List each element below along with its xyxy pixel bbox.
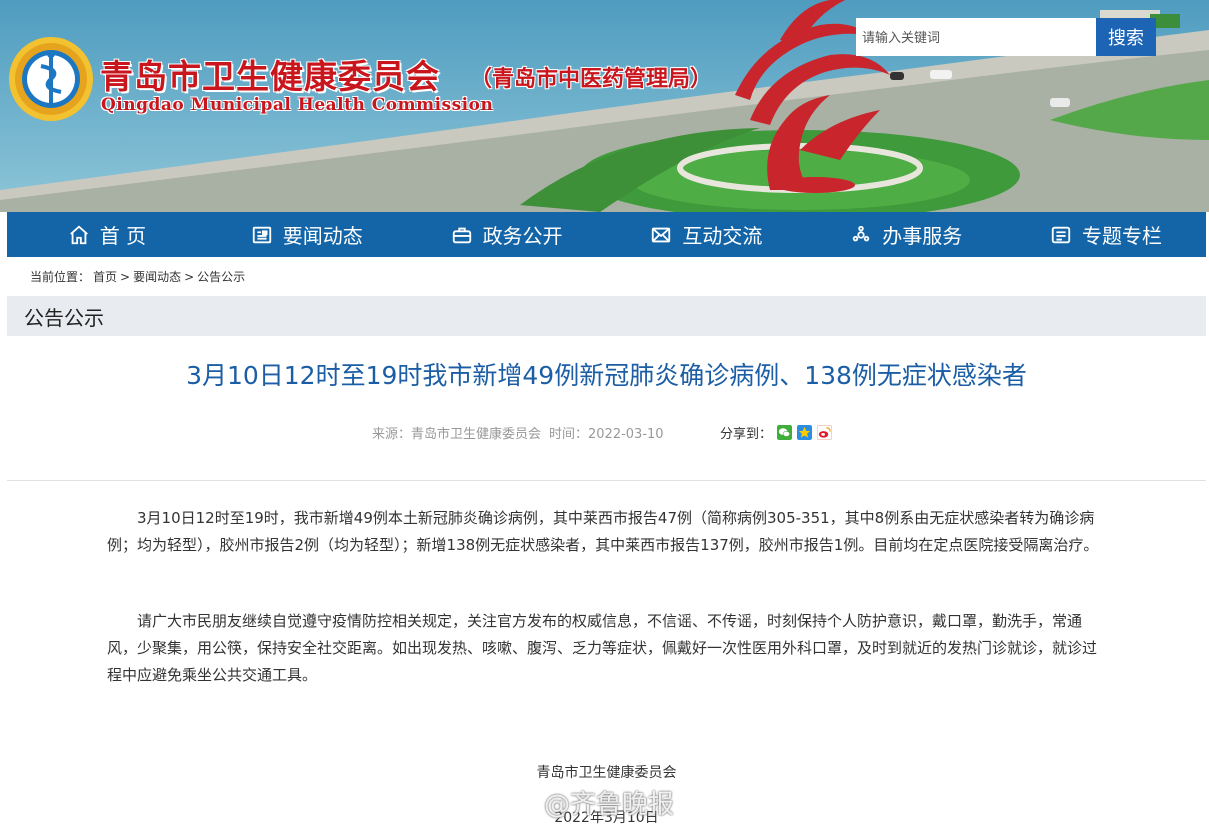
header-banner: 青岛市卫生健康委员会 （青岛市中医药管理局） Qingdao Municipal… xyxy=(0,0,1209,212)
article-source: 来源：青岛市卫生健康委员会 xyxy=(372,427,542,442)
site-title-chinese: 青岛市卫生健康委员会 xyxy=(100,57,440,96)
watermark-text: @齐鲁晚报 xyxy=(544,790,675,820)
health-commission-emblem-icon xyxy=(9,37,93,121)
nav-item-news[interactable]: 要闻动态 xyxy=(207,212,407,257)
column-icon xyxy=(1051,226,1071,243)
nav-item-home[interactable]: 首 页 xyxy=(7,212,207,257)
nav-item-special-columns[interactable]: 专题专栏 xyxy=(1006,212,1206,257)
mail-icon xyxy=(652,227,671,242)
article-meta: 来源：青岛市卫生健康委员会 时间：2022-03-10 xyxy=(372,423,664,442)
watermark: @齐鲁晚报 xyxy=(500,784,674,821)
nav-item-label: 政务公开 xyxy=(482,224,563,248)
nav-item-label: 专题专栏 xyxy=(1082,224,1163,248)
article-paragraph: 请广大市民朋友继续自觉遵守疫情防控相关规定，关注官方发布的权威信息，不信谣、不传… xyxy=(107,612,1098,684)
breadcrumb-link-announcements[interactable]: 公告公示 xyxy=(197,270,245,284)
breadcrumb: 当前位置： 首页 > 要闻动态 > 公告公示 xyxy=(30,268,248,285)
nav-item-government-affairs[interactable]: 政务公开 xyxy=(407,212,607,257)
article-time: 时间：2022-03-10 xyxy=(549,427,664,442)
share-bar: 分享到： xyxy=(720,423,833,442)
section-title-bar: 公告公示 xyxy=(7,296,1206,336)
breadcrumb-link-home[interactable]: 首页 xyxy=(93,270,117,284)
search-input[interactable] xyxy=(856,18,1096,56)
article-title: 3月10日12时至19时我市新增49例新冠肺炎确诊病例、138例无症状感染者 xyxy=(186,361,1027,390)
nav-item-interaction[interactable]: 互动交流 xyxy=(606,212,806,257)
nav-item-services[interactable]: 办事服务 xyxy=(806,212,1006,257)
briefcase-icon xyxy=(452,227,471,243)
breadcrumb-separator: > xyxy=(120,270,131,284)
nav-item-label: 首 页 xyxy=(99,224,147,248)
breadcrumb-link-news[interactable]: 要闻动态 xyxy=(133,270,181,284)
weibo-watermark-icon xyxy=(501,790,538,816)
share-label: 分享到： xyxy=(720,427,773,442)
news-icon xyxy=(252,226,271,243)
breadcrumb-separator: > xyxy=(184,270,195,284)
search-button[interactable]: 搜索 xyxy=(1096,18,1156,56)
weibo-icon[interactable] xyxy=(817,425,833,440)
signature-organization: 青岛市卫生健康委员会 xyxy=(536,765,677,781)
site-title-english: Qingdao Municipal Health Commission xyxy=(101,95,494,115)
article-paragraph: 3月10日12时至19时，我市新增49例本土新冠肺炎确诊病例，其中莱西市报告47… xyxy=(107,509,1099,554)
qzone-icon[interactable] xyxy=(797,425,813,440)
nav-item-label: 互动交流 xyxy=(682,224,763,248)
site-subtitle: （青岛市中医药管理局） xyxy=(470,66,713,92)
section-title: 公告公示 xyxy=(24,305,104,330)
nav-item-label: 办事服务 xyxy=(882,224,963,248)
wechat-icon[interactable] xyxy=(777,425,793,440)
main-nav: 首 页 要闻动态 政务公开 互动交流 办事服务 专题专栏 xyxy=(7,212,1206,257)
service-icon xyxy=(852,225,870,241)
nav-item-label: 要闻动态 xyxy=(282,224,363,248)
divider xyxy=(7,480,1206,481)
breadcrumb-prefix: 当前位置： xyxy=(30,270,91,284)
home-icon xyxy=(69,225,88,244)
